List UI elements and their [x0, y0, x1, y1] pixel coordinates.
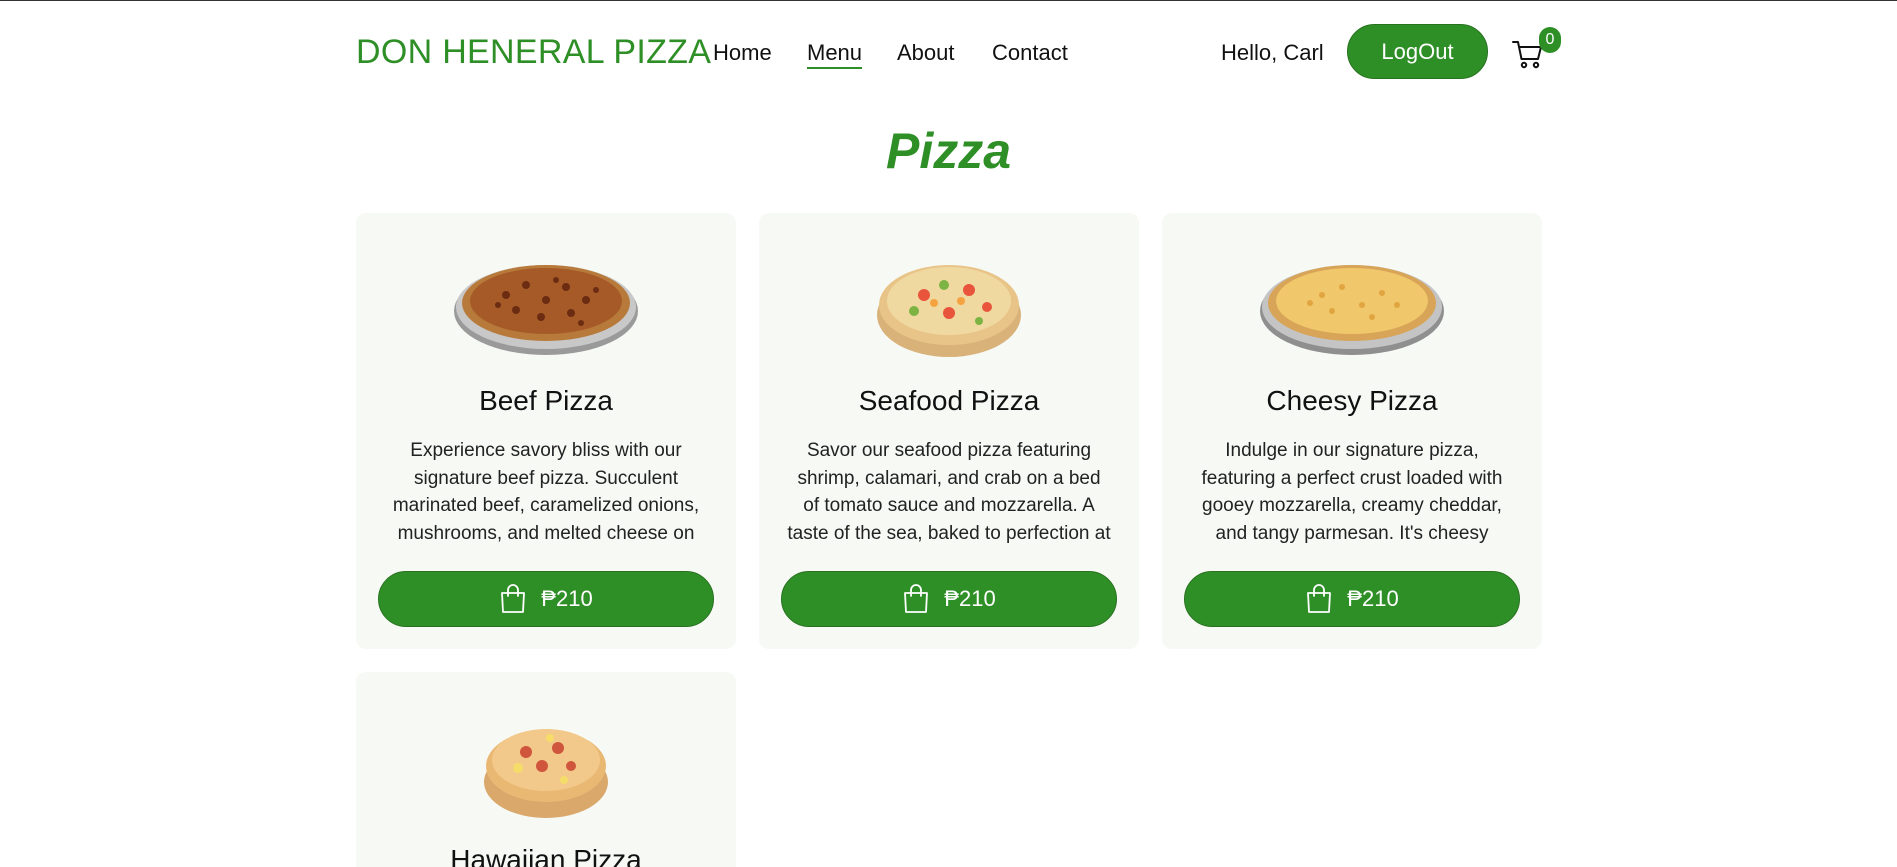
shopping-bag-icon	[1307, 584, 1332, 613]
product-name: Beef Pizza	[479, 385, 613, 416]
menu-card-seafood-pizza: Seafood Pizza Savor our seafood pizza fe…	[759, 213, 1139, 649]
menu-card-beef-pizza: Beef Pizza Experience savory bliss with …	[356, 213, 736, 649]
navbar: DON HENERAL PIZZA Home Menu About Contac…	[0, 0, 1897, 104]
product-description: Indulge in our signature pizza, featurin…	[1201, 440, 1503, 544]
product-price: ₱210	[1347, 586, 1399, 611]
nav-link-about[interactable]: About	[897, 40, 955, 66]
product-price: ₱210	[944, 586, 996, 611]
add-to-cart-button[interactable]: ₱210	[378, 571, 714, 627]
cart-count-badge: 0	[1539, 27, 1561, 53]
beef-pizza-image	[454, 265, 638, 355]
shopping-bag-icon	[501, 584, 526, 613]
nav-link-contact[interactable]: Contact	[992, 40, 1068, 66]
cheesy-pizza-image	[1260, 265, 1444, 355]
product-name: Cheesy Pizza	[1266, 385, 1438, 416]
cart-button[interactable]: 0	[1509, 27, 1561, 74]
user-greeting: Hello, Carl	[1221, 40, 1324, 65]
brand-logo[interactable]: DON HENERAL PIZZA	[356, 33, 711, 72]
product-price: ₱210	[541, 586, 593, 611]
menu-card-hawaiian-pizza: Hawaiian Pizza	[356, 672, 736, 867]
product-name: Hawaiian Pizza	[450, 844, 642, 867]
seafood-pizza-image	[877, 265, 1021, 357]
nav-link-home[interactable]: Home	[713, 40, 772, 66]
add-to-cart-button[interactable]: ₱210	[781, 571, 1117, 627]
hawaiian-pizza-image	[484, 729, 608, 818]
product-description: Savor our seafood pizza featuring shrimp…	[787, 440, 1111, 544]
nav-link-menu[interactable]: Menu	[807, 40, 863, 69]
product-name: Seafood Pizza	[858, 385, 1040, 416]
page-title: Pizza	[885, 123, 1012, 179]
logout-button[interactable]: LogOut	[1347, 24, 1488, 79]
add-to-cart-button[interactable]: ₱210	[1184, 571, 1520, 627]
product-description: Experience savory bliss with our signatu…	[392, 440, 700, 544]
menu-card-cheesy-pizza: Cheesy Pizza Indulge in our signature pi…	[1162, 213, 1542, 649]
shopping-bag-icon	[904, 584, 929, 613]
